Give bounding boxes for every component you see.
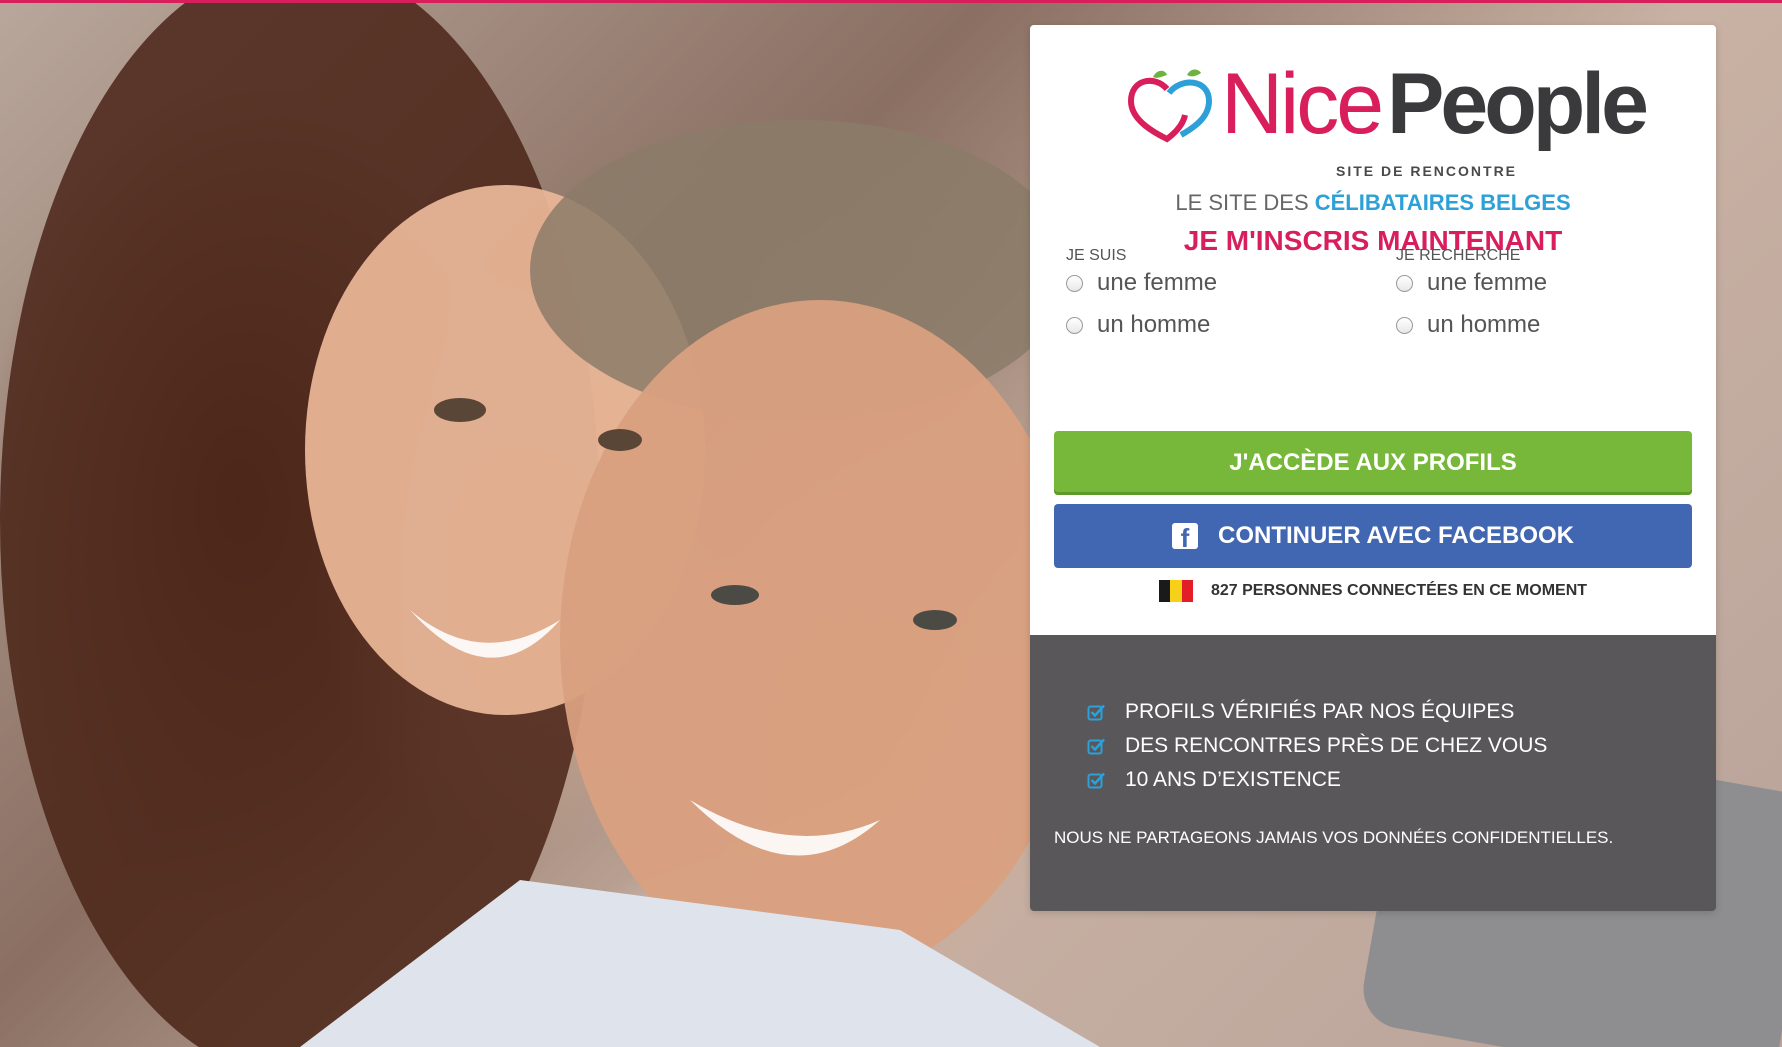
online-counter: 827 PERSONNES CONNECTÉES EN CE MOMENT (1030, 580, 1716, 602)
logo-text-nice: Nice (1221, 56, 1384, 152)
logo-subtitle: SITE DE RENCONTRE (1336, 163, 1518, 179)
i-am-woman-radio[interactable]: une femme (1066, 269, 1217, 297)
nicepeople-logo[interactable]: Nice People SITE DE RENCONTRE (1125, 55, 1649, 185)
signup-form-panel: Nice People SITE DE RENCONTRE LE SITE DE… (1030, 25, 1716, 635)
feature-text: DES RENCONTRES PRÈS DE CHEZ VOUS (1125, 734, 1548, 757)
facebook-login-button[interactable]: f CONTINUER AVEC FACEBOOK (1054, 504, 1692, 568)
privacy-notice: NOUS NE PARTAGEONS JAMAIS VOS DONNÉES CO… (1054, 828, 1614, 847)
tagline-prefix: LE SITE DES (1175, 190, 1315, 215)
logo-text-people: People (1387, 56, 1649, 152)
features-list: PROFILS VÉRIFIÉS PAR NOS ÉQUIPES DES REN… (1087, 695, 1547, 797)
radio-label: une femme (1427, 269, 1548, 296)
radio-button[interactable] (1066, 316, 1083, 334)
feature-text: 10 ANS D’EXISTENCE (1125, 768, 1341, 791)
i-am-man-radio[interactable]: un homme (1066, 311, 1210, 339)
signup-card: Nice People SITE DE RENCONTRE LE SITE DE… (1030, 25, 1716, 911)
seeking-man-radio[interactable]: un homme (1396, 311, 1540, 339)
heart-apple-icon (1127, 69, 1213, 143)
facebook-icon: f (1171, 523, 1198, 549)
radio-button[interactable] (1396, 274, 1413, 292)
belgium-flag-icon (1158, 580, 1193, 602)
top-accent-line (0, 0, 1782, 3)
feature-item: DES RENCONTRES PRÈS DE CHEZ VOUS (1087, 729, 1547, 763)
online-count-text: 827 PERSONNES CONNECTÉES EN CE MOMENT (1210, 582, 1588, 599)
tagline-highlight: CÉLIBATAIRES BELGES (1314, 190, 1571, 215)
radio-label: une femme (1097, 269, 1218, 296)
feature-item: 10 ANS D’EXISTENCE (1087, 763, 1547, 797)
facebook-login-label: CONTINUER AVEC FACEBOOK (1217, 522, 1574, 549)
feature-item: PROFILS VÉRIFIÉS PAR NOS ÉQUIPES (1087, 695, 1547, 729)
access-profiles-button[interactable]: J'ACCÈDE AUX PROFILS (1054, 431, 1692, 495)
seeking-woman-radio[interactable]: une femme (1396, 269, 1547, 297)
radio-label: un homme (1097, 311, 1211, 338)
checkbox-check-icon (1087, 772, 1105, 789)
checkbox-check-icon (1087, 738, 1105, 755)
i-am-label: JE SUIS (1066, 247, 1127, 264)
signup-headline: JE M'INSCRIS MAINTENANT (1183, 225, 1563, 256)
checkbox-check-icon (1087, 704, 1105, 721)
tagline: LE SITE DES CÉLIBATAIRES BELGES (1030, 190, 1716, 216)
radio-button[interactable] (1396, 316, 1413, 334)
access-profiles-label: J'ACCÈDE AUX PROFILS (1229, 449, 1517, 476)
seeking-label: JE RECHERCHE (1396, 247, 1521, 264)
feature-text: PROFILS VÉRIFIÉS PAR NOS ÉQUIPES (1125, 700, 1515, 723)
radio-button[interactable] (1066, 274, 1083, 292)
radio-label: un homme (1427, 311, 1541, 338)
